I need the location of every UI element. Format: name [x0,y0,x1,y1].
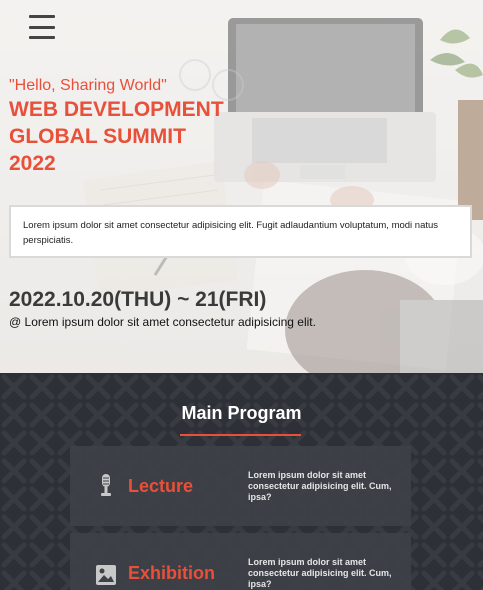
program-title: Main Program [181,403,302,423]
program-card-lecture[interactable]: Lecture Lorem ipsum dolor sit amet conse… [70,446,411,526]
event-place: @ Lorem ipsum dolor sit amet consectetur… [9,315,316,329]
image-icon [96,565,116,585]
hero-section: "Hello, Sharing World" WEB DEVELOPMENT G… [0,0,483,373]
event-date: 2022.10.20(THU) ~ 21(FRI) [9,288,267,311]
hero-description-box: Lorem ipsum dolor sit amet consectetur a… [9,205,472,258]
hero-title-line: WEB DEVELOPMENT [9,98,224,121]
program-name: Exhibition [128,563,215,583]
hero-tagline: "Hello, Sharing World" [9,77,167,94]
title-underline [180,434,301,436]
program-description: Lorem ipsum dolor sit amet consectetur a… [248,557,392,589]
hero-title: WEB DEVELOPMENT GLOBAL SUMMIT 2022 [9,96,269,177]
microphone-icon [101,474,111,496]
hero-description: Lorem ipsum dolor sit amet consectetur a… [23,220,439,246]
main-program-section: Main Program Lecture Lorem ipsum dolor s… [0,373,483,590]
hero-title-line: 2022 [9,152,56,175]
program-card-exhibition[interactable]: Exhibition Lorem ipsum dolor sit amet co… [70,533,411,590]
program-description: Lorem ipsum dolor sit amet consectetur a… [248,470,392,502]
hero-title-line: GLOBAL SUMMIT [9,125,186,148]
program-name: Lecture [128,476,194,496]
hamburger-menu-icon[interactable] [29,15,55,39]
